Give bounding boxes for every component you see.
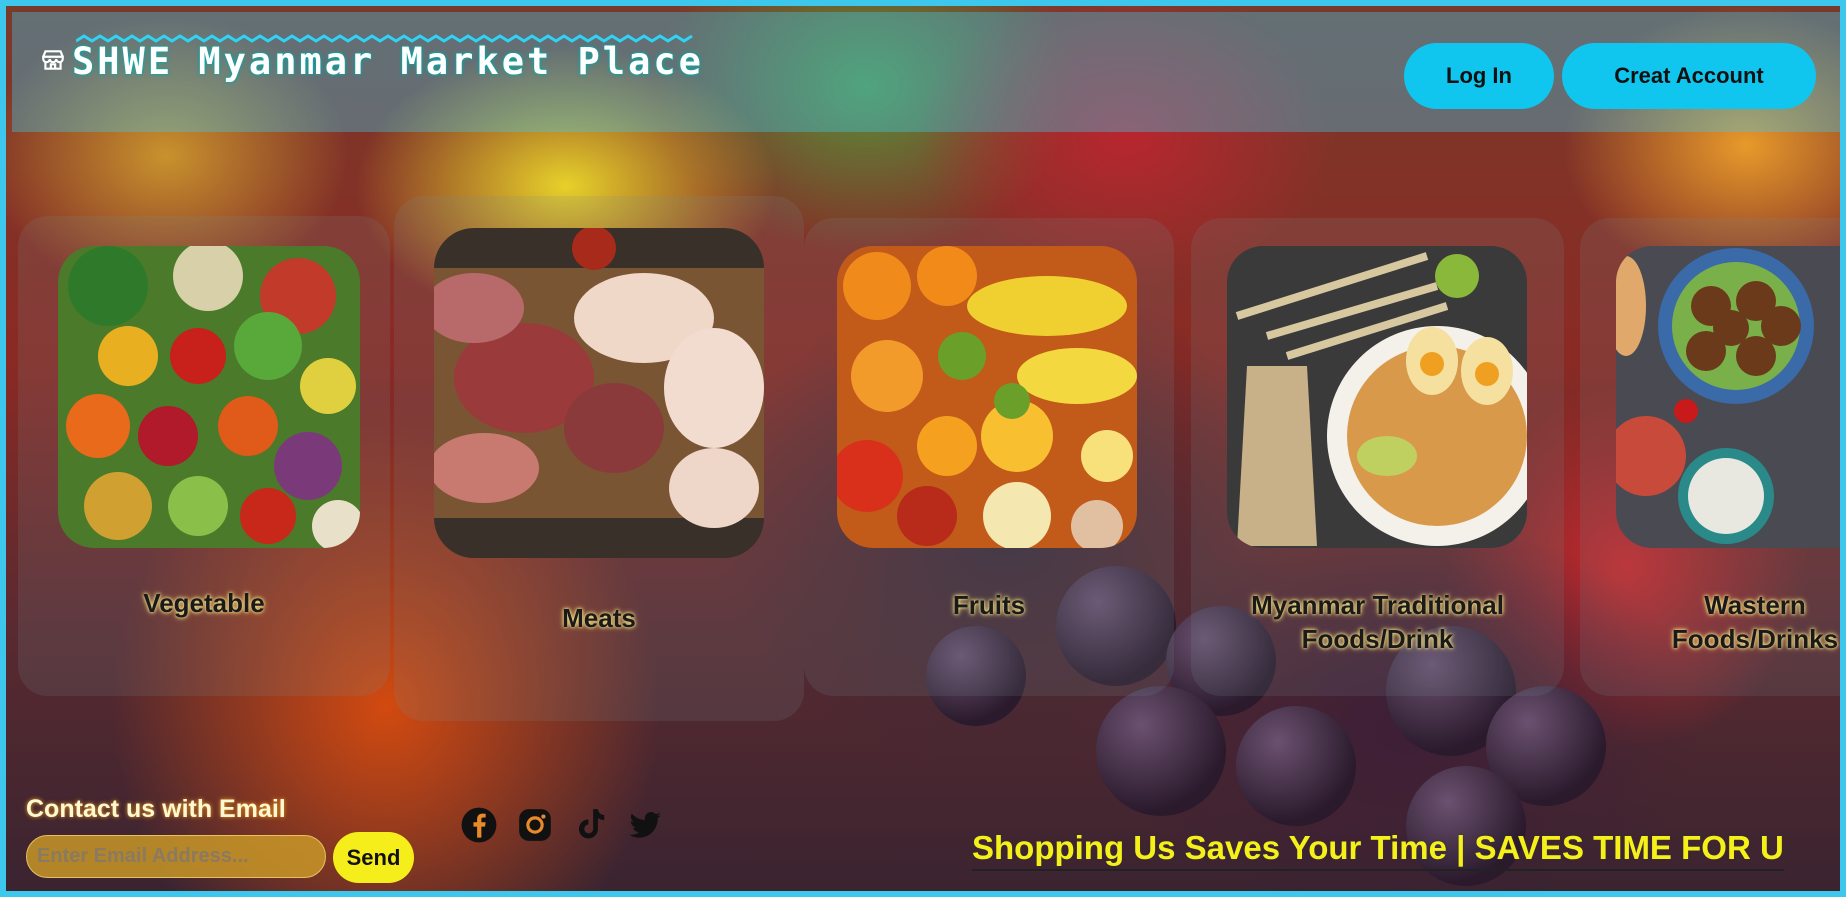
category-label: Fruits xyxy=(952,590,1026,620)
marquee-text: Shopping Us Saves Your Time | SAVES TIME… xyxy=(972,829,1784,871)
tiktok-icon[interactable] xyxy=(571,806,609,844)
site-title: SHWE Myanmar Market Place xyxy=(72,40,704,83)
twitter-icon[interactable] xyxy=(626,806,664,844)
category-image-western xyxy=(1616,246,1840,548)
category-label: Meats xyxy=(562,603,636,633)
email-input[interactable] xyxy=(26,835,326,878)
category-card-vegetable[interactable]: Vegetable xyxy=(18,216,390,696)
category-image-vegetable xyxy=(58,246,360,548)
category-card-fruits[interactable]: Fruits xyxy=(804,218,1174,696)
brand[interactable]: SHWE Myanmar Market Place xyxy=(40,40,704,83)
category-image-myanmar-traditional xyxy=(1227,246,1527,548)
category-image-meats xyxy=(434,228,764,558)
marquee: Shopping Us Saves Your Time | SAVES TIME… xyxy=(972,821,1840,881)
category-label-text: Wastern Foods/Drinks xyxy=(1671,590,1839,654)
send-button[interactable]: Send xyxy=(333,832,414,883)
facebook-icon[interactable] xyxy=(460,806,498,844)
category-label: Wastern Foods/Drinks xyxy=(1580,588,1840,656)
category-label: Vegetable xyxy=(143,588,265,618)
login-button[interactable]: Log In xyxy=(1404,43,1554,109)
instagram-icon[interactable] xyxy=(516,806,554,844)
category-card-western[interactable]: Wastern Foods/Drinks xyxy=(1580,218,1840,696)
category-label-text: Myanmar Traditional Foods/Drink xyxy=(1251,590,1504,654)
category-card-meats[interactable]: Meats xyxy=(394,196,804,721)
contact-title: Contact us with Email xyxy=(26,795,286,823)
page-frame: SHWE Myanmar Market Place Log In Creat A… xyxy=(0,0,1846,897)
category-card-myanmar-traditional[interactable]: Myanmar Traditional Foods/Drink xyxy=(1191,218,1564,696)
create-account-button[interactable]: Creat Account xyxy=(1562,43,1816,109)
category-label: Myanmar Traditional Foods/Drink xyxy=(1191,588,1564,656)
store-icon xyxy=(40,47,66,77)
category-image-fruits xyxy=(837,246,1137,548)
